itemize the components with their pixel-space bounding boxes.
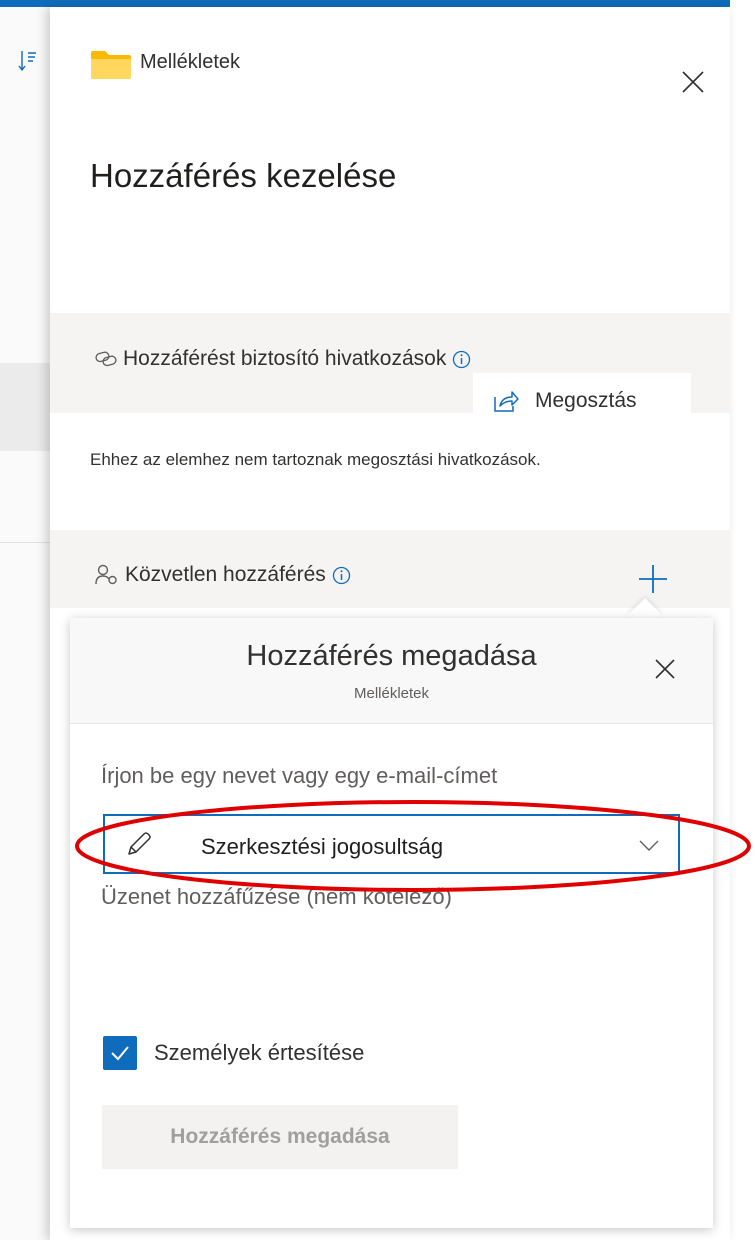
- link-icon: [95, 351, 117, 367]
- checkmark-icon: [111, 1046, 129, 1061]
- panel-title: Hozzáférés kezelése: [90, 157, 397, 194]
- notify-people-label: Személyek értesítése: [154, 1040, 365, 1065]
- close-icon[interactable]: [650, 654, 680, 684]
- folder-name: Mellékletek: [140, 51, 241, 73]
- pencil-icon: [128, 832, 151, 855]
- manage-access-panel: Mellékletek Hozzáférés kezelése Hozzáfér…: [50, 7, 730, 1240]
- direct-access-heading: Közvetlen hozzáférés: [95, 563, 351, 587]
- permission-dropdown[interactable]: Szerkesztési jogosultság: [103, 814, 680, 874]
- close-icon[interactable]: [678, 67, 708, 97]
- info-icon[interactable]: [452, 350, 471, 369]
- chevron-down-icon: [639, 840, 659, 851]
- no-links-message: Ehhez az elemhez nem tartoznak megosztás…: [90, 450, 541, 469]
- selected-row-band: [0, 363, 50, 451]
- notify-people-checkbox[interactable]: Személyek értesítése: [103, 1036, 364, 1070]
- checkbox[interactable]: [103, 1036, 137, 1070]
- popup-subtitle: Mellékletek: [353, 685, 430, 702]
- permission-value: Szerkesztési jogosultság: [201, 834, 444, 859]
- plus-icon[interactable]: [637, 563, 669, 595]
- links-heading: Hozzáférést biztosító hivatkozások: [95, 347, 471, 371]
- sort-icon[interactable]: [18, 49, 38, 73]
- share-button[interactable]: Megosztás: [473, 373, 691, 429]
- row-divider: [0, 542, 50, 543]
- direct-access-label: Közvetlen hozzáférés: [125, 563, 326, 586]
- links-heading-label: Hozzáférést biztosító hivatkozások: [123, 347, 447, 370]
- top-accent-bar: [0, 0, 730, 7]
- popup-header: Hozzáférés megadása Mellékletek: [70, 618, 713, 724]
- name-email-input[interactable]: [101, 756, 681, 796]
- folder-icon: [91, 51, 131, 79]
- info-icon[interactable]: [332, 566, 351, 585]
- grant-access-button[interactable]: Hozzáférés megadása: [102, 1105, 458, 1169]
- grant-access-popup: Hozzáférés megadása Mellékletek Szerkesz…: [70, 618, 713, 1228]
- popup-title: Hozzáférés megadása: [246, 640, 537, 672]
- share-button-label: Megosztás: [535, 389, 637, 412]
- share-icon: [494, 391, 519, 412]
- message-input[interactable]: [101, 882, 681, 972]
- background-list: [0, 7, 50, 1240]
- people-icon: [95, 564, 117, 585]
